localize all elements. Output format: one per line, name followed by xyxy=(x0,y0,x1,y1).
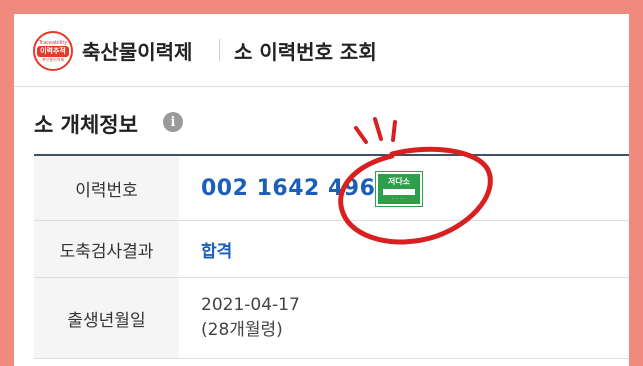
logo-top-text: Traceability xyxy=(38,39,68,46)
header-divider xyxy=(219,39,220,61)
badge-band xyxy=(383,188,415,195)
page-title: 소 이력번호 조회 xyxy=(234,40,377,64)
header: Traceability 이력추적 축산물이력제 축산물이력제 소 이력번호 조… xyxy=(14,14,629,87)
logo-mid-text: 이력추적 xyxy=(37,45,69,57)
badge-small-text: · · · · · · xyxy=(392,195,406,201)
birth-date: 2021-04-17 (28개월령) xyxy=(201,293,300,343)
section-title: 소 개체정보 xyxy=(34,113,138,137)
inspection-result: 합격 xyxy=(201,241,233,262)
table-row: 도축검사결과 합격 xyxy=(34,221,629,278)
table-row: 출생년월일 2021-04-17 (28개월령) xyxy=(34,278,629,359)
row-value-inspection: 합격 xyxy=(179,221,629,277)
row-value-trace-number: 002 1642 4967 4 저다소 · · · · · · xyxy=(179,156,629,220)
row-label-inspection: 도축검사결과 xyxy=(34,221,179,277)
trace-card: Traceability 이력추적 축산물이력제 축산물이력제 소 이력번호 조… xyxy=(14,14,629,366)
row-label-trace-number: 이력번호 xyxy=(34,156,179,220)
badge-text: 저다소 xyxy=(387,176,411,186)
birth-date-value: 2021-04-17 xyxy=(201,295,300,315)
table-row: 이력번호 002 1642 4967 4 저다소 · · · · · · xyxy=(34,156,629,221)
cattle-info-table: 이력번호 002 1642 4967 4 저다소 · · · · · · 도축검… xyxy=(34,154,629,359)
info-icon[interactable]: i xyxy=(163,112,183,132)
logo-bottom-text: 축산물이력제 xyxy=(41,56,65,62)
traceability-logo: Traceability 이력추적 축산물이력제 xyxy=(33,31,73,71)
row-label-birth-date: 출생년월일 xyxy=(34,278,179,358)
age-in-months: (28개월령) xyxy=(201,320,283,340)
row-value-birth-date: 2021-04-17 (28개월령) xyxy=(179,278,629,358)
low-carbon-certification-badge[interactable]: 저다소 · · · · · · xyxy=(375,171,423,207)
app-name[interactable]: 축산물이력제 xyxy=(82,36,192,65)
